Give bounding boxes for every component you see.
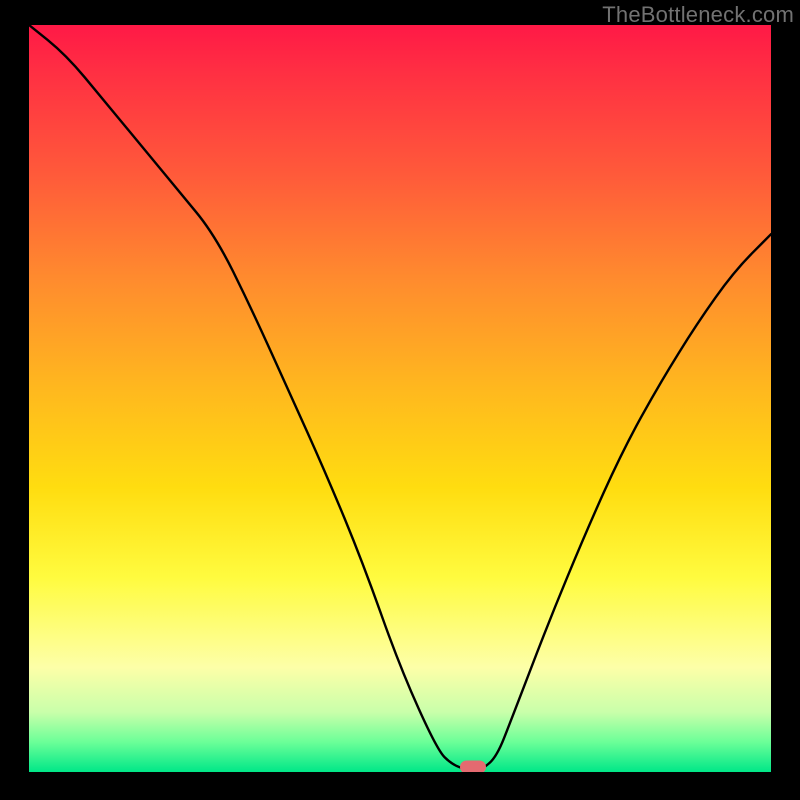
plot-area xyxy=(29,25,771,772)
curve-path xyxy=(29,25,771,770)
watermark-text: TheBottleneck.com xyxy=(602,2,794,28)
chart-frame: TheBottleneck.com xyxy=(0,0,800,800)
optimal-point-marker xyxy=(460,761,486,773)
bottleneck-curve xyxy=(29,25,771,772)
